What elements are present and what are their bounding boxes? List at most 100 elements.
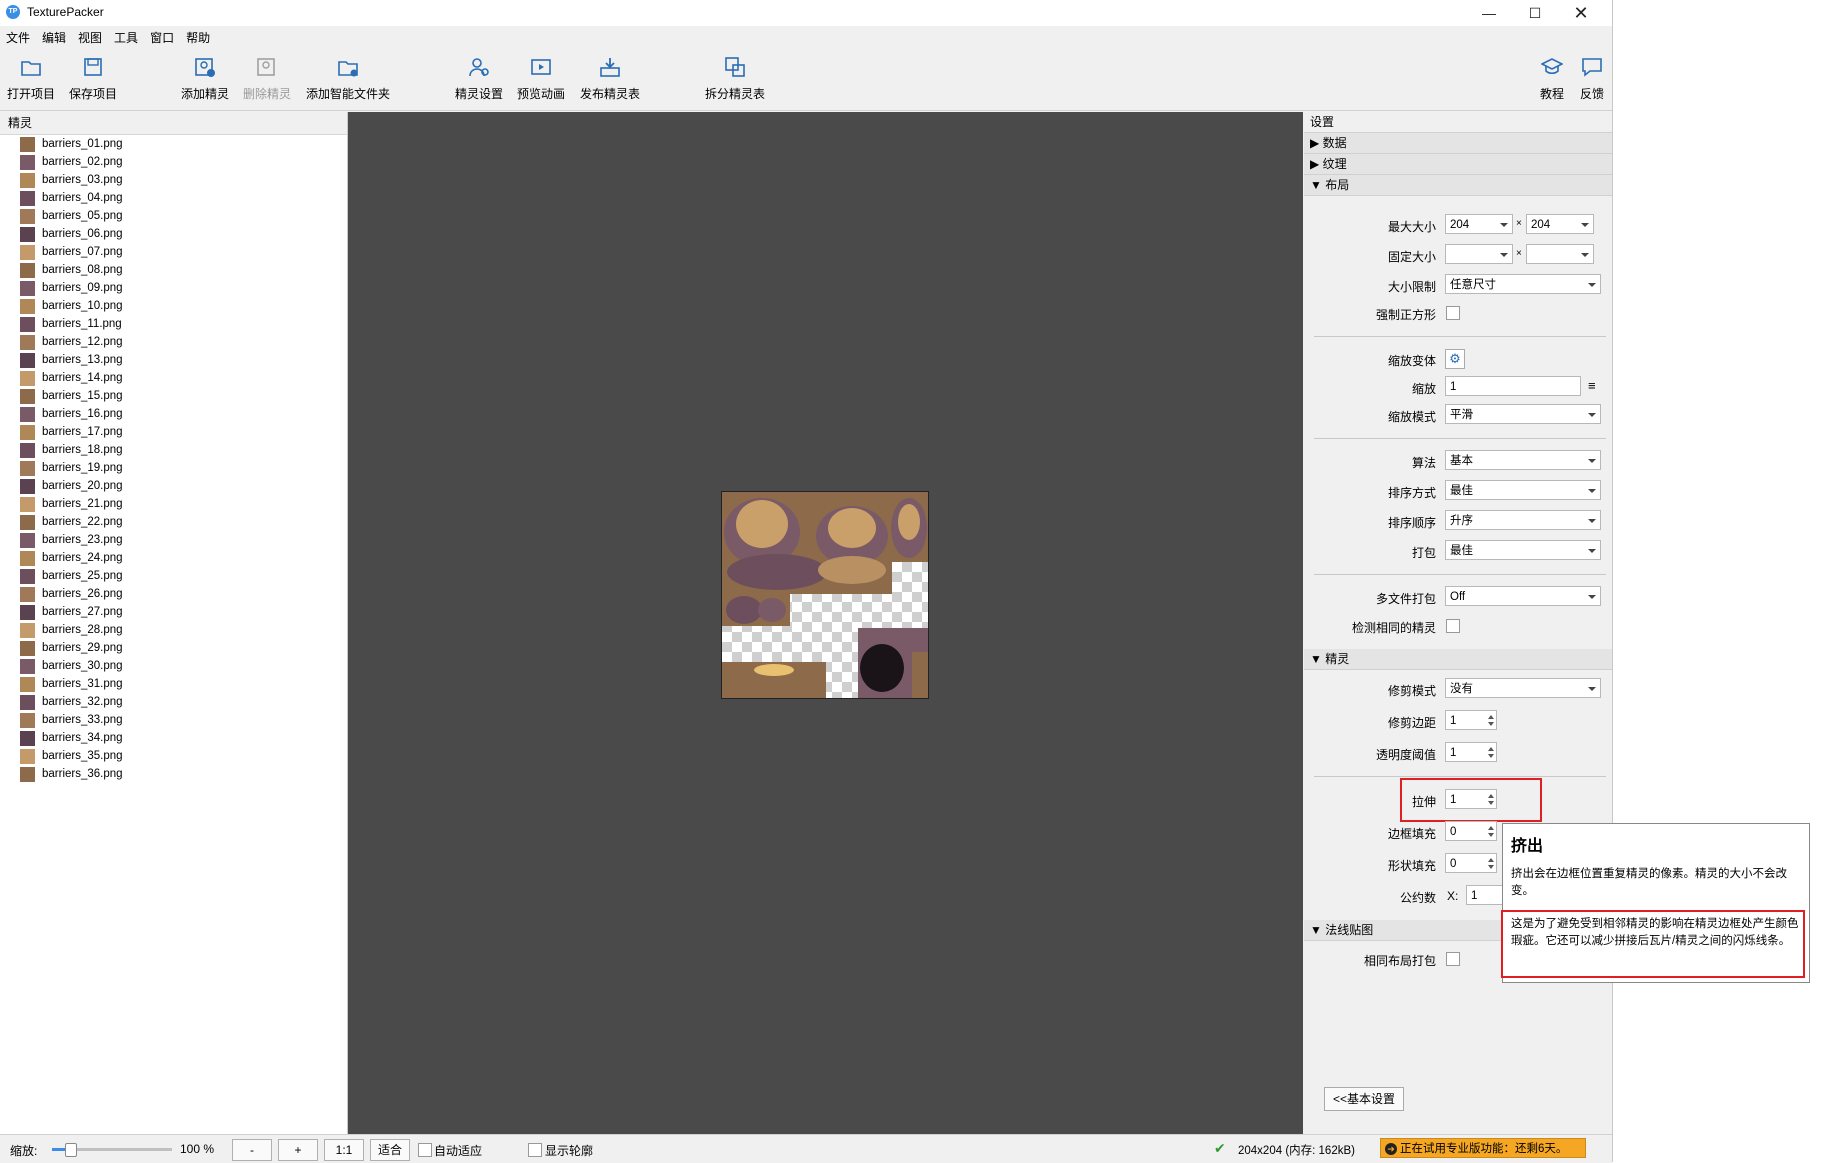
spin-up-icon[interactable] (1488, 715, 1494, 719)
force-squared-checkbox[interactable] (1446, 306, 1460, 320)
trim-margin-spinbox[interactable]: 1 (1445, 710, 1497, 730)
max-size-width-combo[interactable]: 204 (1445, 214, 1513, 234)
maximize-button[interactable]: ☐ (1512, 0, 1558, 26)
auto-fit-checkbox[interactable] (418, 1143, 432, 1157)
sprite-list-item[interactable]: barriers_14.png (0, 369, 347, 387)
sprite-list-item[interactable]: barriers_05.png (0, 207, 347, 225)
menu-tools[interactable]: 工具 (108, 28, 144, 48)
sprite-list-item[interactable]: barriers_24.png (0, 549, 347, 567)
common-divisor-x-spinbox[interactable]: 1 (1466, 885, 1506, 905)
sort-order-combo[interactable]: 升序 (1445, 510, 1601, 530)
zoom-slider[interactable] (52, 1143, 172, 1157)
zoom-out-button[interactable]: - (232, 1139, 272, 1161)
publish-sprite-sheet-button[interactable]: 发布精灵表 (577, 56, 643, 102)
sprite-settings-button[interactable]: 精灵设置 (453, 56, 505, 102)
sprite-list-item[interactable]: barriers_12.png (0, 333, 347, 351)
section-data[interactable]: ▶ 数据 (1304, 133, 1612, 154)
sprite-list-item[interactable]: barriers_31.png (0, 675, 347, 693)
add-smart-folder-button[interactable]: 添加智能文件夹 (304, 56, 392, 102)
preview-canvas[interactable] (348, 112, 1303, 1134)
sprite-list-item[interactable]: barriers_20.png (0, 477, 347, 495)
tutorial-button[interactable]: 教程 (1534, 56, 1570, 102)
sprite-list-item[interactable]: barriers_30.png (0, 657, 347, 675)
section-layout[interactable]: ▼ 布局 (1304, 175, 1612, 196)
menu-file[interactable]: 文件 (0, 28, 36, 48)
size-constraints-combo[interactable]: 任意尺寸 (1445, 274, 1601, 294)
multipack-combo[interactable]: Off (1445, 586, 1601, 606)
sprite-list-item[interactable]: barriers_08.png (0, 261, 347, 279)
sprite-list-item[interactable]: barriers_36.png (0, 765, 347, 783)
sort-by-combo[interactable]: 最佳 (1445, 480, 1601, 500)
fixed-size-height-combo[interactable] (1526, 244, 1594, 264)
gear-icon[interactable]: ⚙ (1445, 349, 1465, 369)
sprite-list-item[interactable]: barriers_03.png (0, 171, 347, 189)
fixed-size-width-combo[interactable] (1445, 244, 1513, 264)
spin-up-icon[interactable] (1488, 747, 1494, 751)
sprite-list-item[interactable]: barriers_26.png (0, 585, 347, 603)
sprite-list-item[interactable]: barriers_19.png (0, 459, 347, 477)
shape-padding-spinbox[interactable]: 0 (1445, 853, 1497, 873)
sprite-list-item[interactable]: barriers_15.png (0, 387, 347, 405)
spin-down-icon[interactable] (1488, 722, 1494, 726)
sprite-list-item[interactable]: barriers_09.png (0, 279, 347, 297)
sprite-list-item[interactable]: barriers_33.png (0, 711, 347, 729)
spin-up-icon[interactable] (1488, 858, 1494, 862)
sprite-list-item[interactable]: barriers_32.png (0, 693, 347, 711)
show-outlines-checkbox[interactable] (528, 1143, 542, 1157)
menu-view[interactable]: 视图 (72, 28, 108, 48)
sprite-list-item[interactable]: barriers_04.png (0, 189, 347, 207)
menu-help[interactable]: 帮助 (180, 28, 216, 48)
section-texture[interactable]: ▶ 纹理 (1304, 154, 1612, 175)
preview-animation-button[interactable]: 预览动画 (515, 56, 567, 102)
feedback-button[interactable]: 反馈 (1574, 56, 1610, 102)
border-padding-spinbox[interactable]: 0 (1445, 821, 1497, 841)
spin-down-icon[interactable] (1488, 754, 1494, 758)
save-project-button[interactable]: 保存项目 (68, 56, 118, 102)
scale-input[interactable]: 1 (1445, 376, 1581, 396)
trial-notice[interactable]: ➜ 正在试用专业版功能：还剩6天。 (1380, 1138, 1586, 1158)
sprite-list-item[interactable]: barriers_06.png (0, 225, 347, 243)
minimize-button[interactable]: — (1466, 0, 1512, 26)
algorithm-combo[interactable]: 基本 (1445, 450, 1601, 470)
sprite-list-item[interactable]: barriers_22.png (0, 513, 347, 531)
list-menu-icon[interactable]: ≡ (1588, 378, 1596, 393)
spin-down-icon[interactable] (1488, 833, 1494, 837)
pack-combo[interactable]: 最佳 (1445, 540, 1601, 560)
max-size-height-combo[interactable]: 204 (1526, 214, 1594, 234)
sprite-list-item[interactable]: barriers_10.png (0, 297, 347, 315)
add-sprites-button[interactable]: 添加精灵 (180, 56, 230, 102)
spin-up-icon[interactable] (1488, 826, 1494, 830)
sprite-list-item[interactable]: barriers_25.png (0, 567, 347, 585)
sprite-list-item[interactable]: barriers_27.png (0, 603, 347, 621)
zoom-actual-size-button[interactable]: 1:1 (324, 1139, 364, 1161)
scale-mode-combo[interactable]: 平滑 (1445, 404, 1601, 424)
sprite-list-item[interactable]: barriers_02.png (0, 153, 347, 171)
sprite-list-item[interactable]: barriers_28.png (0, 621, 347, 639)
zoom-in-button[interactable]: + (278, 1139, 318, 1161)
close-button[interactable]: ✕ (1558, 0, 1604, 26)
spin-down-icon[interactable] (1488, 865, 1494, 869)
sprite-list-item[interactable]: barriers_07.png (0, 243, 347, 261)
sprite-list-item[interactable]: barriers_01.png (0, 135, 347, 153)
sprite-list-item[interactable]: barriers_18.png (0, 441, 347, 459)
sprite-list-item[interactable]: barriers_35.png (0, 747, 347, 765)
remove-sprites-button[interactable]: 删除精灵 (242, 56, 292, 102)
sprite-list-item[interactable]: barriers_13.png (0, 351, 347, 369)
sprite-list-item[interactable]: barriers_11.png (0, 315, 347, 333)
sprite-list-item[interactable]: barriers_21.png (0, 495, 347, 513)
sprite-list-item[interactable]: barriers_17.png (0, 423, 347, 441)
split-sprite-sheet-button[interactable]: 拆分精灵表 (702, 56, 768, 102)
zoom-fit-button[interactable]: 适合 (370, 1139, 410, 1161)
pack-same-layout-checkbox[interactable] (1446, 952, 1460, 966)
menu-edit[interactable]: 编辑 (36, 28, 72, 48)
sprite-list-item[interactable]: barriers_16.png (0, 405, 347, 423)
trim-mode-combo[interactable]: 没有 (1445, 678, 1601, 698)
detect-identical-checkbox[interactable] (1446, 619, 1460, 633)
alpha-threshold-spinbox[interactable]: 1 (1445, 742, 1497, 762)
menu-window[interactable]: 窗口 (144, 28, 180, 48)
open-project-button[interactable]: 打开项目 (6, 56, 56, 102)
sprite-list-item[interactable]: barriers_34.png (0, 729, 347, 747)
basic-settings-button[interactable]: <<基本设置 (1324, 1087, 1404, 1111)
zoom-slider-handle[interactable] (65, 1143, 77, 1157)
sprite-list-item[interactable]: barriers_29.png (0, 639, 347, 657)
